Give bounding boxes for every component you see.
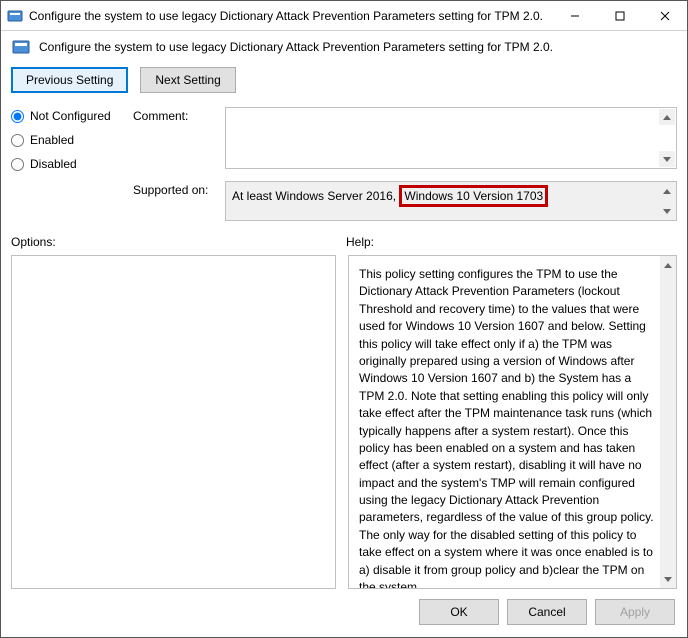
comment-textarea[interactable] (225, 107, 677, 169)
radio-enabled-label: Enabled (30, 133, 74, 147)
help-text: This policy setting configures the TPM t… (359, 266, 654, 589)
maximize-button[interactable] (597, 1, 642, 30)
scroll-down-icon[interactable] (659, 203, 675, 219)
scroll-down-icon[interactable] (659, 151, 675, 167)
ok-button[interactable]: OK (419, 599, 499, 625)
subheader: Configure the system to use legacy Dicti… (1, 31, 687, 67)
help-scrollbar[interactable] (660, 256, 676, 588)
supported-on-highlight: Windows 10 Version 1703 (399, 185, 548, 207)
help-box: This policy setting configures the TPM t… (348, 255, 677, 589)
options-label: Options: (11, 235, 346, 249)
help-label: Help: (346, 235, 374, 249)
radio-disabled[interactable]: Disabled (11, 157, 121, 171)
radio-not-configured[interactable]: Not Configured (11, 109, 121, 123)
titlebar: Configure the system to use legacy Dicti… (1, 1, 687, 31)
radio-disabled-input[interactable] (11, 158, 24, 171)
state-radio-group: Not Configured Enabled Disabled (11, 107, 121, 221)
options-box (11, 255, 336, 589)
cancel-button[interactable]: Cancel (507, 599, 587, 625)
dialog-footer: OK Cancel Apply (1, 589, 687, 637)
scroll-up-icon[interactable] (659, 109, 675, 125)
previous-setting-button[interactable]: Previous Setting (11, 67, 128, 93)
radio-enabled[interactable]: Enabled (11, 133, 121, 147)
policy-icon (11, 37, 31, 57)
radio-not-configured-input[interactable] (11, 110, 24, 123)
apply-button[interactable]: Apply (595, 599, 675, 625)
app-icon (7, 8, 23, 24)
close-button[interactable] (642, 1, 687, 30)
radio-disabled-label: Disabled (30, 157, 77, 171)
supported-on-prefix: At least Windows Server 2016, (232, 189, 396, 203)
policy-title: Configure the system to use legacy Dicti… (39, 40, 553, 54)
scroll-down-icon[interactable] (660, 571, 676, 587)
next-setting-button[interactable]: Next Setting (140, 67, 235, 93)
scroll-up-icon[interactable] (659, 183, 675, 199)
supported-on-label: Supported on: (133, 181, 213, 197)
radio-enabled-input[interactable] (11, 134, 24, 147)
comment-label: Comment: (133, 107, 213, 123)
scroll-up-icon[interactable] (660, 257, 676, 273)
radio-not-configured-label: Not Configured (30, 109, 111, 123)
window-title: Configure the system to use legacy Dicti… (29, 9, 552, 23)
supported-on-box: At least Windows Server 2016, Windows 10… (225, 181, 677, 221)
nav-row: Previous Setting Next Setting (1, 67, 687, 107)
minimize-button[interactable] (552, 1, 597, 30)
